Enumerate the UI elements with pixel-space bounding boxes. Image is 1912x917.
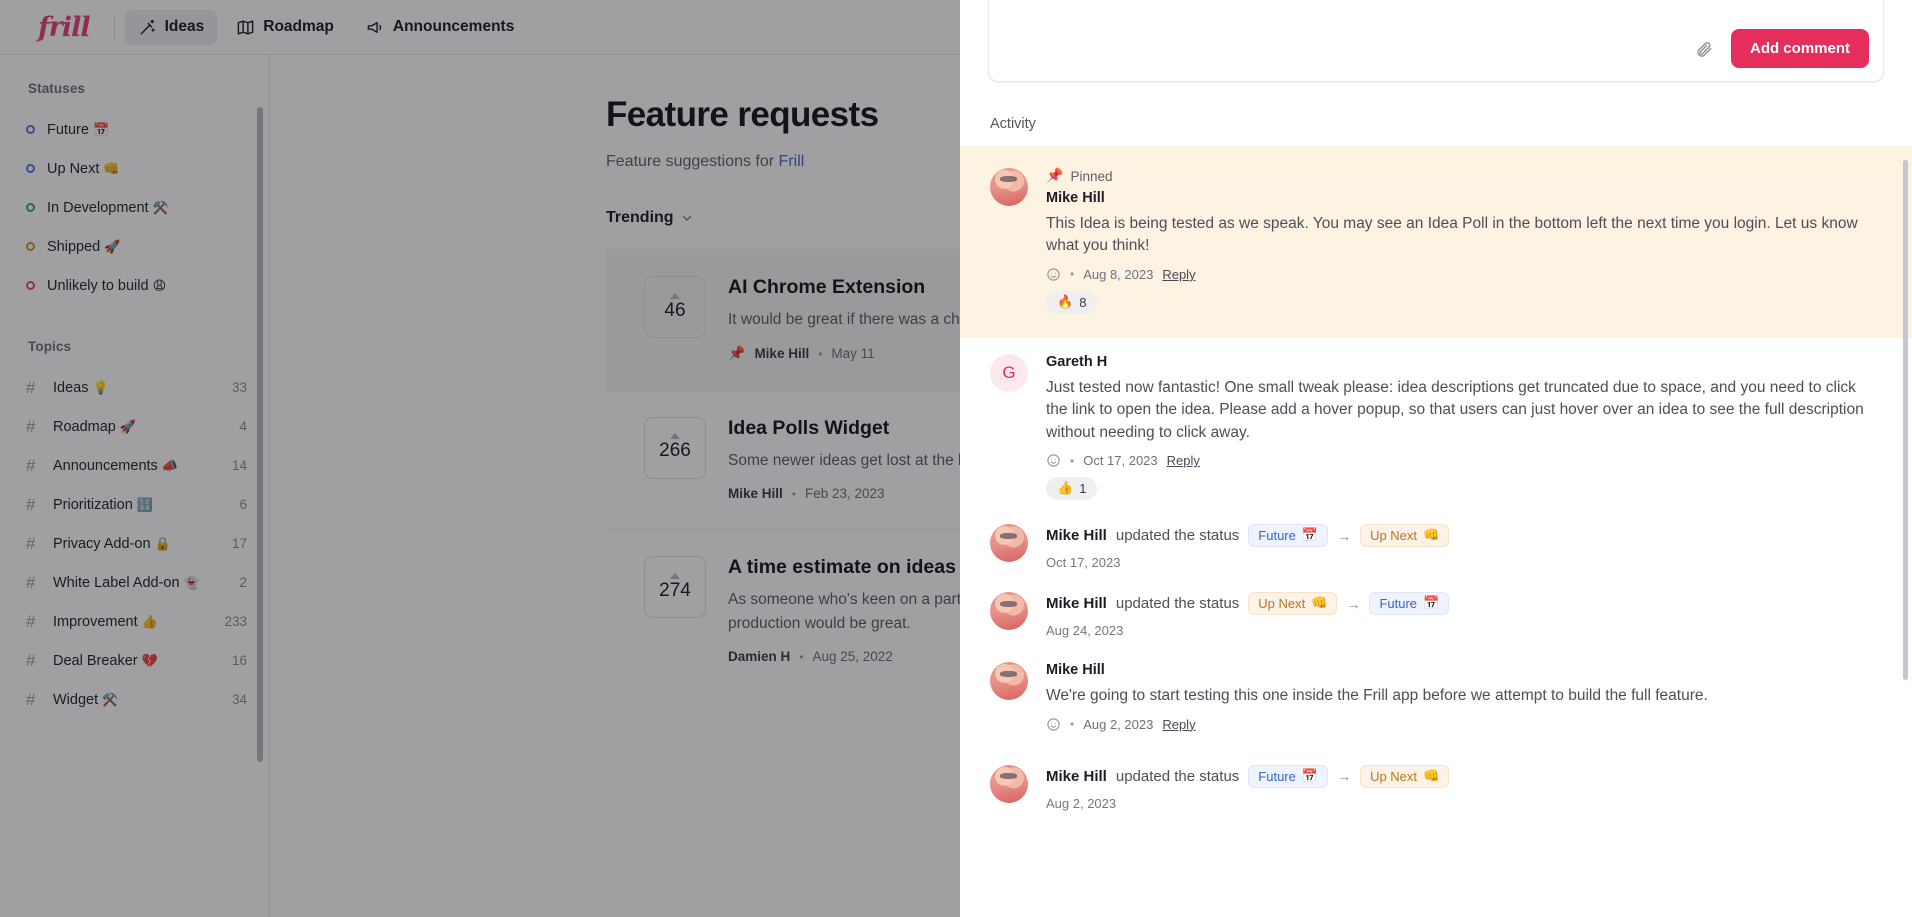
- idea-detail-panel: Add comment Activity 📌 Pinned Mike Hill …: [960, 0, 1912, 917]
- comment-author: Mike Hill: [1046, 190, 1105, 206]
- activity-comment-pinned: 📌 Pinned Mike Hill This Idea is being te…: [960, 146, 1912, 338]
- status-change-date: Aug 2, 2023: [1046, 795, 1117, 811]
- reply-link[interactable]: Reply: [1162, 267, 1195, 282]
- status-chip-emoji: 👊: [1311, 596, 1328, 612]
- avatar-initial: G: [1002, 362, 1016, 382]
- activity-section-label: Activity: [990, 116, 1036, 132]
- reaction-count: 8: [1079, 294, 1087, 310]
- comment-footer: • Aug 2, 2023 Reply: [1046, 717, 1866, 732]
- panel-scrollbar[interactable]: [1903, 160, 1908, 680]
- status-chip-emoji: 👊: [1423, 528, 1440, 544]
- status-chip-emoji: 📅: [1301, 528, 1319, 544]
- comment-author: Gareth H: [1046, 353, 1108, 370]
- reply-link[interactable]: Reply: [1167, 453, 1200, 468]
- status-change-line: Mike Hill updated the status Future 📅 → U…: [1046, 524, 1866, 548]
- status-change-action: updated the status: [1115, 595, 1240, 613]
- add-comment-button[interactable]: Add comment: [1730, 29, 1869, 68]
- compose-actions: Add comment: [1695, 29, 1869, 68]
- comment-date: Aug 2, 2023: [1083, 716, 1154, 732]
- arrow-right-icon: →: [1337, 527, 1352, 544]
- pinned-badge: 📌 Pinned: [1046, 168, 1866, 184]
- avatar: [990, 662, 1028, 701]
- avatar: G: [990, 353, 1028, 392]
- comment-text: We're going to start testing this one in…: [1046, 687, 1708, 705]
- activity-status-change: Mike Hill updated the status Future 📅 → U…: [960, 510, 1912, 578]
- reaction-emoji: 👍: [1057, 481, 1074, 497]
- emoji-reaction-icon[interactable]: [1046, 267, 1061, 282]
- status-chip-from: Future 📅: [1248, 764, 1329, 788]
- comment-footer: • Aug 8, 2023 Reply: [1046, 267, 1866, 282]
- footer-separator: •: [1070, 453, 1075, 468]
- status-change-action: updated the status: [1115, 767, 1240, 785]
- avatar: [990, 168, 1028, 206]
- activity-comment: G Gareth H Just tested now fantastic! On…: [960, 338, 1912, 510]
- status-change-line: Mike Hill updated the status Up Next 👊 → …: [1046, 592, 1866, 616]
- status-change-line: Mike Hill updated the status Future 📅 → U…: [1046, 764, 1866, 788]
- reaction-list: 👍 1: [1046, 477, 1866, 501]
- comment-date: Aug 8, 2023: [1083, 266, 1154, 282]
- footer-separator: •: [1070, 267, 1075, 282]
- emoji-reaction-icon[interactable]: [1046, 717, 1061, 732]
- reaction-list: 🔥 8: [1046, 290, 1866, 314]
- status-chip-emoji: 👊: [1423, 768, 1440, 784]
- avatar: [990, 592, 1028, 631]
- status-change-author: Mike Hill: [1046, 527, 1107, 545]
- status-chip-emoji: 📅: [1301, 768, 1319, 784]
- status-change-author: Mike Hill: [1046, 767, 1107, 785]
- status-chip-to: Up Next 👊: [1360, 524, 1450, 548]
- reaction-emoji: 🔥: [1057, 294, 1074, 310]
- comment-footer: • Oct 17, 2023 Reply: [1046, 453, 1866, 468]
- status-change-author: Mike Hill: [1046, 595, 1107, 613]
- comment-date: Oct 17, 2023: [1083, 453, 1158, 469]
- status-chip-to: Up Next 👊: [1360, 764, 1450, 788]
- emoji-reaction-icon[interactable]: [1046, 453, 1061, 468]
- pin-star-icon: 📌: [1046, 168, 1064, 184]
- arrow-right-icon: →: [1337, 768, 1352, 785]
- reply-link[interactable]: Reply: [1162, 717, 1195, 732]
- pinned-label: Pinned: [1070, 168, 1113, 184]
- avatar: [990, 764, 1028, 803]
- activity-status-change: Mike Hill updated the status Future 📅 → U…: [960, 751, 1912, 819]
- activity-status-change: Mike Hill updated the status Up Next 👊 → …: [960, 578, 1912, 646]
- status-chip-to: Future 📅: [1369, 592, 1450, 616]
- reaction-chip[interactable]: 👍 1: [1046, 477, 1098, 501]
- status-chip-from: Future 📅: [1248, 524, 1329, 548]
- app-root: frill Ideas Roadmap Announcements Status…: [0, 0, 1912, 917]
- avatar: [990, 524, 1028, 563]
- arrow-right-icon: →: [1346, 595, 1361, 612]
- comment-text: Just tested now fantastic! One small twe…: [1046, 378, 1864, 441]
- status-change-action: updated the status: [1115, 527, 1240, 545]
- status-change-date: Oct 17, 2023: [1046, 555, 1121, 571]
- status-chip-from: Up Next 👊: [1248, 592, 1338, 616]
- comment-compose-box[interactable]: Add comment: [988, 0, 1884, 82]
- comment-text: This Idea is being tested as we speak. Y…: [1046, 215, 1858, 255]
- paperclip-icon[interactable]: [1695, 40, 1713, 58]
- reaction-chip[interactable]: 🔥 8: [1046, 290, 1098, 314]
- reaction-count: 1: [1079, 481, 1087, 497]
- activity-comment: Mike Hill We're going to start testing t…: [960, 646, 1912, 750]
- status-chip-emoji: 📅: [1423, 596, 1440, 612]
- comment-author: Mike Hill: [1046, 662, 1105, 679]
- status-change-date: Aug 24, 2023: [1046, 623, 1124, 639]
- footer-separator: •: [1070, 717, 1075, 732]
